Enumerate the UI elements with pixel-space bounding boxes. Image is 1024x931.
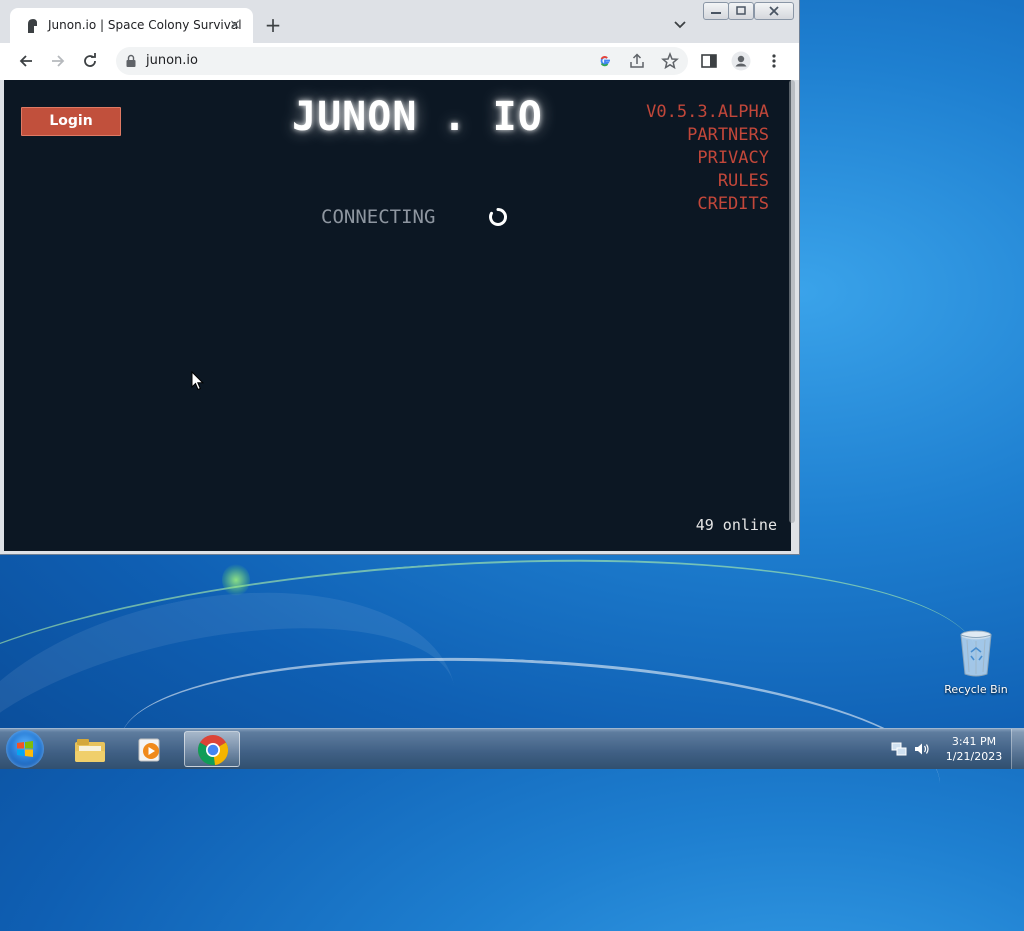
version-link[interactable]: V0.5.3.ALPHA xyxy=(646,101,769,124)
connection-status: CONNECTING xyxy=(321,206,436,228)
address-bar[interactable]: junon.io xyxy=(116,47,688,75)
back-arrow-icon[interactable] xyxy=(17,52,35,70)
windows-logo-icon xyxy=(17,741,33,757)
minimize-icon xyxy=(711,12,721,14)
close-icon xyxy=(769,6,779,16)
tab-junon[interactable]: Junon.io | Space Colony Survival × xyxy=(10,8,253,43)
url-text: junon.io xyxy=(146,53,198,68)
game-logo: JUNON . IO xyxy=(292,94,543,140)
taskbar-explorer[interactable] xyxy=(62,731,118,767)
clock-time: 3:41 PM xyxy=(951,735,997,748)
rules-link[interactable]: RULES xyxy=(646,170,769,193)
privacy-link[interactable]: PRIVACY xyxy=(646,147,769,170)
game-page: Login JUNON . IO V0.5.3.ALPHA PARTNERS P… xyxy=(4,80,791,551)
reload-icon[interactable] xyxy=(81,52,99,70)
tab-title: Junon.io | Space Colony Survival xyxy=(48,18,242,32)
taskbar-chrome[interactable] xyxy=(184,731,240,767)
loading-spinner-icon xyxy=(489,207,507,226)
recycle-bin-icon xyxy=(960,630,992,677)
google-lens-icon[interactable] xyxy=(596,52,614,70)
online-count: 49 online xyxy=(695,516,777,534)
bookmark-star-icon[interactable] xyxy=(661,52,679,70)
tab-search-chevron-icon[interactable] xyxy=(672,16,688,32)
media-player-icon xyxy=(138,738,160,762)
new-tab-button[interactable]: + xyxy=(262,14,284,36)
maximize-button[interactable] xyxy=(728,2,754,20)
profile-avatar-icon[interactable] xyxy=(731,51,751,71)
network-icon[interactable] xyxy=(891,742,907,756)
clock-date: 1/21/2023 xyxy=(945,750,1003,763)
start-button[interactable] xyxy=(6,730,44,768)
side-panel-icon[interactable] xyxy=(700,52,718,70)
mouse-cursor-icon xyxy=(191,371,205,391)
junon-favicon-icon xyxy=(28,19,37,33)
share-icon[interactable] xyxy=(628,52,646,70)
browser-toolbar: junon.io xyxy=(0,43,799,80)
wallpaper-glow xyxy=(222,564,250,596)
login-button[interactable]: Login xyxy=(21,107,121,136)
taskbar-media-player[interactable] xyxy=(122,731,178,767)
volume-icon[interactable] xyxy=(914,742,930,756)
menu-links: V0.5.3.ALPHA PARTNERS PRIVACY RULES CRED… xyxy=(646,101,769,216)
page-scrollbar[interactable] xyxy=(789,80,795,523)
forward-arrow-icon[interactable] xyxy=(49,52,67,70)
credits-link[interactable]: CREDITS xyxy=(646,193,769,216)
wallpaper-swoosh xyxy=(0,526,988,866)
system-clock[interactable]: 3:41 PM 1/21/2023 xyxy=(942,734,1006,764)
tab-close-icon[interactable]: × xyxy=(227,16,243,34)
maximize-icon xyxy=(736,6,746,15)
taskbar: 3:41 PM 1/21/2023 xyxy=(0,728,1024,769)
windows-explorer-icon xyxy=(75,739,105,762)
recycle-bin-label: Recycle Bin xyxy=(944,683,1008,696)
recycle-bin[interactable]: Recycle Bin xyxy=(943,630,1009,702)
show-desktop-button[interactable] xyxy=(1011,729,1024,769)
chrome-icon xyxy=(197,735,229,765)
partners-link[interactable]: PARTNERS xyxy=(646,124,769,147)
menu-dots-icon[interactable] xyxy=(765,52,783,70)
tab-strip: Junon.io | Space Colony Survival × + xyxy=(0,0,799,43)
close-window-button[interactable] xyxy=(754,2,794,20)
lock-icon[interactable] xyxy=(125,54,137,68)
minimize-button[interactable] xyxy=(703,2,729,20)
